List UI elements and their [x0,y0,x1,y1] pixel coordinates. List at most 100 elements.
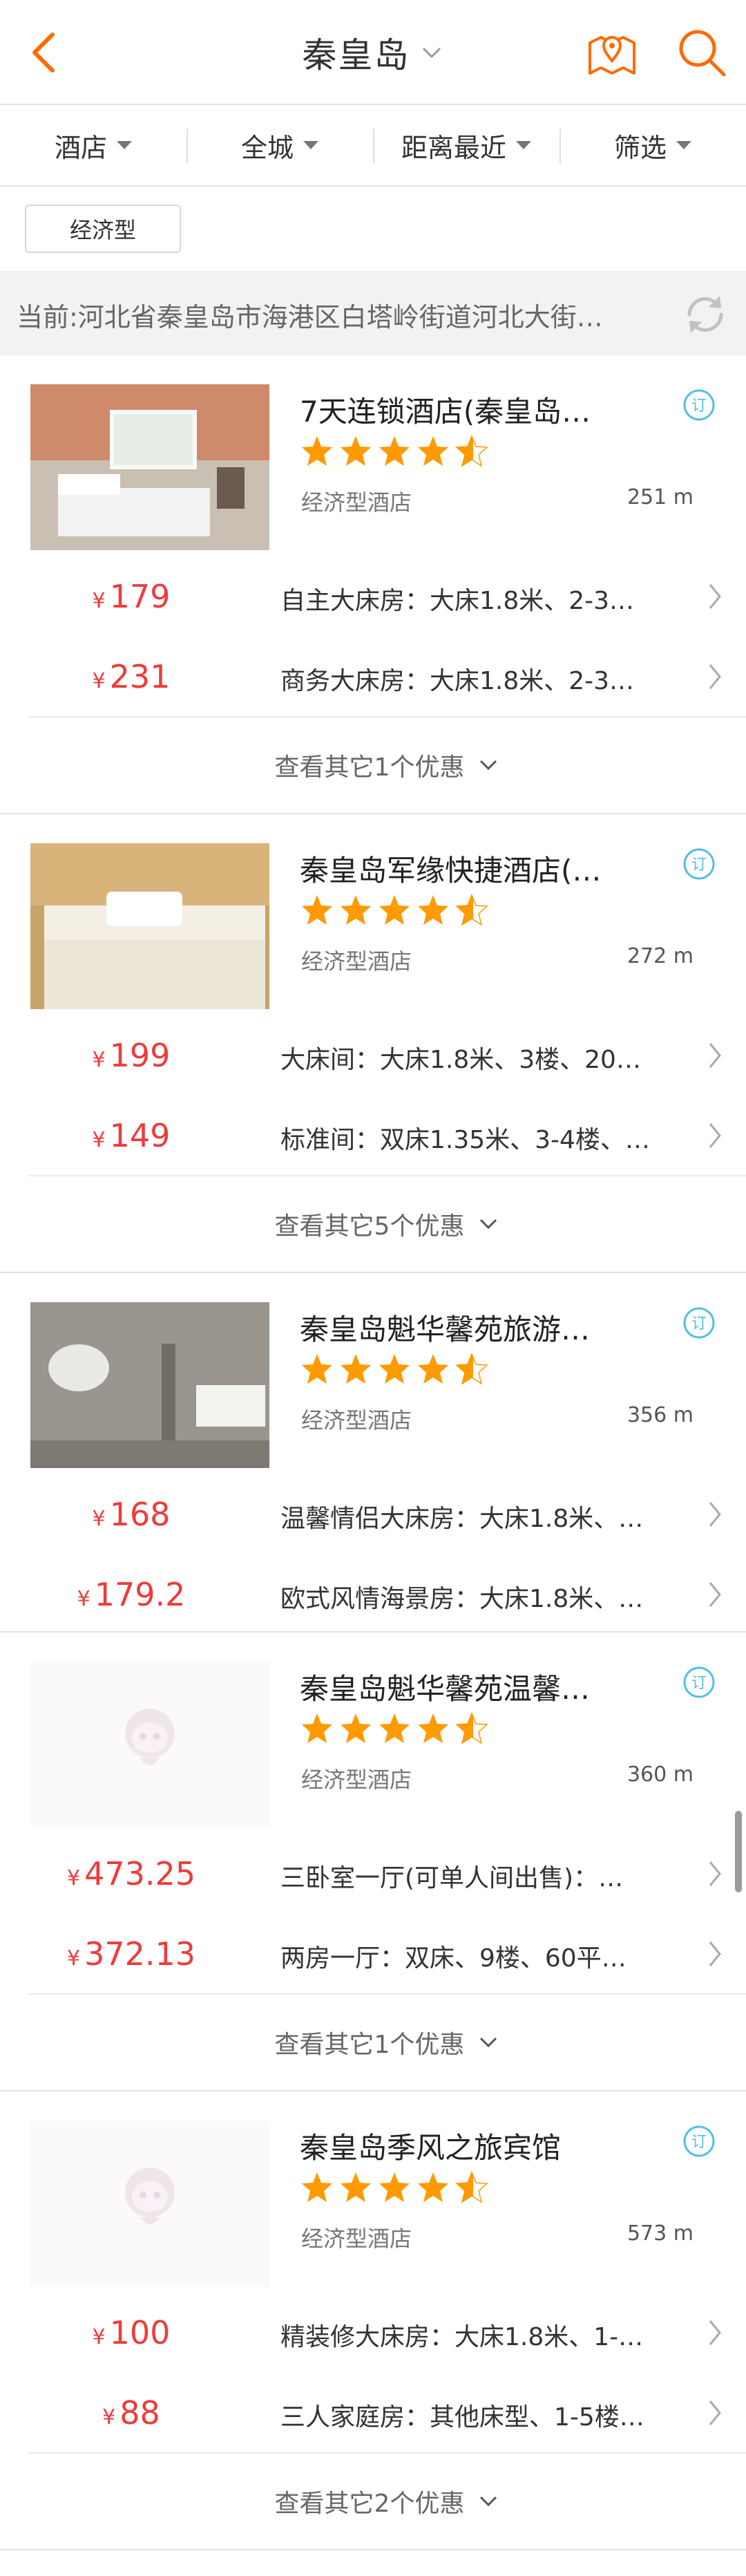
chevron-right-icon [707,1859,723,1888]
currency-symbol: ¥ [92,669,106,693]
hotel-type: 经济型酒店 [301,1407,412,1433]
chevron-right-icon [707,1580,723,1609]
chevron-down-icon [478,758,499,772]
currency-symbol: ¥ [92,1128,106,1152]
hotel-distance: 360 m [627,1762,694,1787]
filter-label: 酒店 [54,132,107,163]
room-price: ¥88 [28,2394,235,2432]
refresh-icon[interactable] [681,290,729,339]
star-icon [377,1352,412,1386]
room-offer[interactable]: ¥231 商务大床房：大床1.8米、2-3… [0,637,746,717]
star-rating [300,1352,493,1388]
room-price: ¥231 [28,658,235,695]
hotel-type: 经济型酒店 [301,1767,412,1793]
hotel-card[interactable]: 秦皇岛魁华馨苑温馨… 经济型酒店 360 m ¥473.25 三卧室一厅(可单人… [0,1633,746,2091]
star-rating [300,893,493,929]
map-icon[interactable] [586,26,638,79]
hotel-card[interactable]: 秦皇岛季风之旅宾馆 经济型酒店 573 m ¥100 精装修大床房：大床1.8米… [0,2091,746,2550]
room-price: ¥179.2 [28,1576,235,1613]
room-price: ¥372.13 [28,1935,235,1973]
room-price: ¥473.25 [28,1855,235,1892]
room-price: ¥199 [28,1037,235,1074]
more-offers-label: 查看其它1个优惠 [274,753,465,782]
room-offer[interactable]: ¥199 大床间：大床1.8米、3楼、20… [0,1016,746,1096]
star-icon [300,434,334,469]
filter-area[interactable]: 全城 [186,105,373,185]
room-offer[interactable]: ¥179.2 欧式风情海景房：大床1.8米、… [0,1555,746,1635]
book-badge-icon [682,1666,716,1699]
room-description: 温馨情侣大床房：大床1.8米、… [280,1505,644,1533]
star-icon [338,1711,373,1746]
hotel-distance: 272 m [627,944,694,968]
currency-symbol: ¥ [102,2405,116,2429]
chevron-right-icon [707,2398,723,2427]
room-description: 三人家庭房：其他床型、1-5楼… [280,2403,644,2432]
filter-label: 距离最近 [401,132,506,163]
more-offers-button[interactable]: 查看其它2个优惠 [28,2452,746,2549]
star-icon [300,2170,334,2205]
star-icon [416,2170,450,2205]
filter-label: 全城 [240,132,294,163]
star-icon [416,1352,450,1386]
room-price: ¥100 [28,2314,235,2351]
search-icon[interactable] [674,25,729,80]
hotel-card[interactable]: 秦皇岛军缘快捷酒店(… 经济型酒店 272 m ¥199 大床间：大床1.8米、… [0,814,746,1273]
chevron-right-icon [707,582,723,611]
card-divider [0,2549,746,2550]
price-value: 88 [119,2394,160,2432]
hotel-name: 秦皇岛季风之旅宾馆 [300,2131,562,2165]
star-rating [300,1711,493,1747]
filter-hotel-type[interactable]: 酒店 [0,105,186,185]
filter-sort[interactable]: 距离最近 [373,105,560,185]
book-badge-icon [682,2125,716,2158]
currency-symbol: ¥ [92,2325,106,2349]
hotel-photo [30,1302,269,1468]
scrollbar-thumb[interactable] [735,1811,742,1892]
hotel-photo-placeholder [30,2121,269,2286]
room-offer[interactable]: ¥168 温馨情侣大床房：大床1.8米、… [0,1475,746,1555]
star-half-icon [455,434,489,469]
triangle-down-icon [676,141,691,149]
hotel-card[interactable]: 7天连锁酒店(秦皇岛… 经济型酒店 251 m ¥179 自主大床房：大床1.8… [0,355,746,814]
triangle-down-icon [303,141,318,149]
star-icon [416,893,450,928]
room-offer[interactable]: ¥100 精装修大床房：大床1.8米、1-… [0,2293,746,2373]
currency-symbol: ¥ [66,1866,81,1890]
chevron-right-icon [707,2318,723,2347]
star-icon [416,434,450,469]
page-title: 秦皇岛 [302,35,410,75]
room-offer[interactable]: ¥179 自主大床房：大床1.8米、2-3… [0,557,746,637]
filter-more[interactable]: 筛选 [560,105,746,185]
price-value: 168 [109,1496,171,1533]
room-offer[interactable]: ¥149 标准间：双床1.35米、3-4楼、… [0,1096,746,1176]
room-offer[interactable]: ¥473.25 三卧室一厅(可单人间出售)：… [0,1834,746,1915]
room-description: 标准间：双床1.35米、3-4楼、… [280,1126,650,1154]
hotel-distance: 573 m [627,2221,694,2246]
hotel-card[interactable]: 秦皇岛魁华馨苑旅游… 经济型酒店 356 m ¥168 温馨情侣大床房：大床1.… [0,1273,746,1635]
price-value: 199 [109,1037,171,1074]
hotel-name: 秦皇岛魁华馨苑温馨… [300,1672,591,1706]
category-tag-budget[interactable]: 经济型 [25,205,181,253]
more-offers-button[interactable]: 查看其它5个优惠 [28,1175,746,1272]
currency-symbol: ¥ [92,1507,106,1531]
star-half-icon [455,1352,489,1386]
current-location-bar: 当前:河北省秦皇岛市海港区白塔岭街道河北大街… [0,271,746,355]
room-description: 商务大床房：大床1.8米、2-3… [280,667,635,695]
room-description: 大床间：大床1.8米、3楼、20… [280,1046,641,1074]
star-icon [377,434,412,469]
room-offer[interactable]: ¥88 三人家庭房：其他床型、1-5楼… [0,2373,746,2454]
star-rating [300,2170,493,2206]
more-offers-button[interactable]: 查看其它1个优惠 [28,1993,746,2090]
room-description: 三卧室一厅(可单人间出售)：… [280,1864,624,1892]
star-icon [416,1711,450,1746]
star-icon [338,2170,373,2205]
room-offer[interactable]: ¥372.13 两房一厅：双床、9楼、60平… [0,1915,746,1995]
star-half-icon [455,893,489,928]
triangle-down-icon [117,141,132,149]
hotel-type: 经济型酒店 [301,2226,412,2252]
chevron-down-icon [478,2494,499,2508]
filter-bar: 酒店 全城 距离最近 筛选 [0,105,746,187]
more-offers-button[interactable]: 查看其它1个优惠 [28,716,746,813]
price-value: 473.25 [84,1855,196,1892]
price-value: 100 [109,2314,171,2351]
